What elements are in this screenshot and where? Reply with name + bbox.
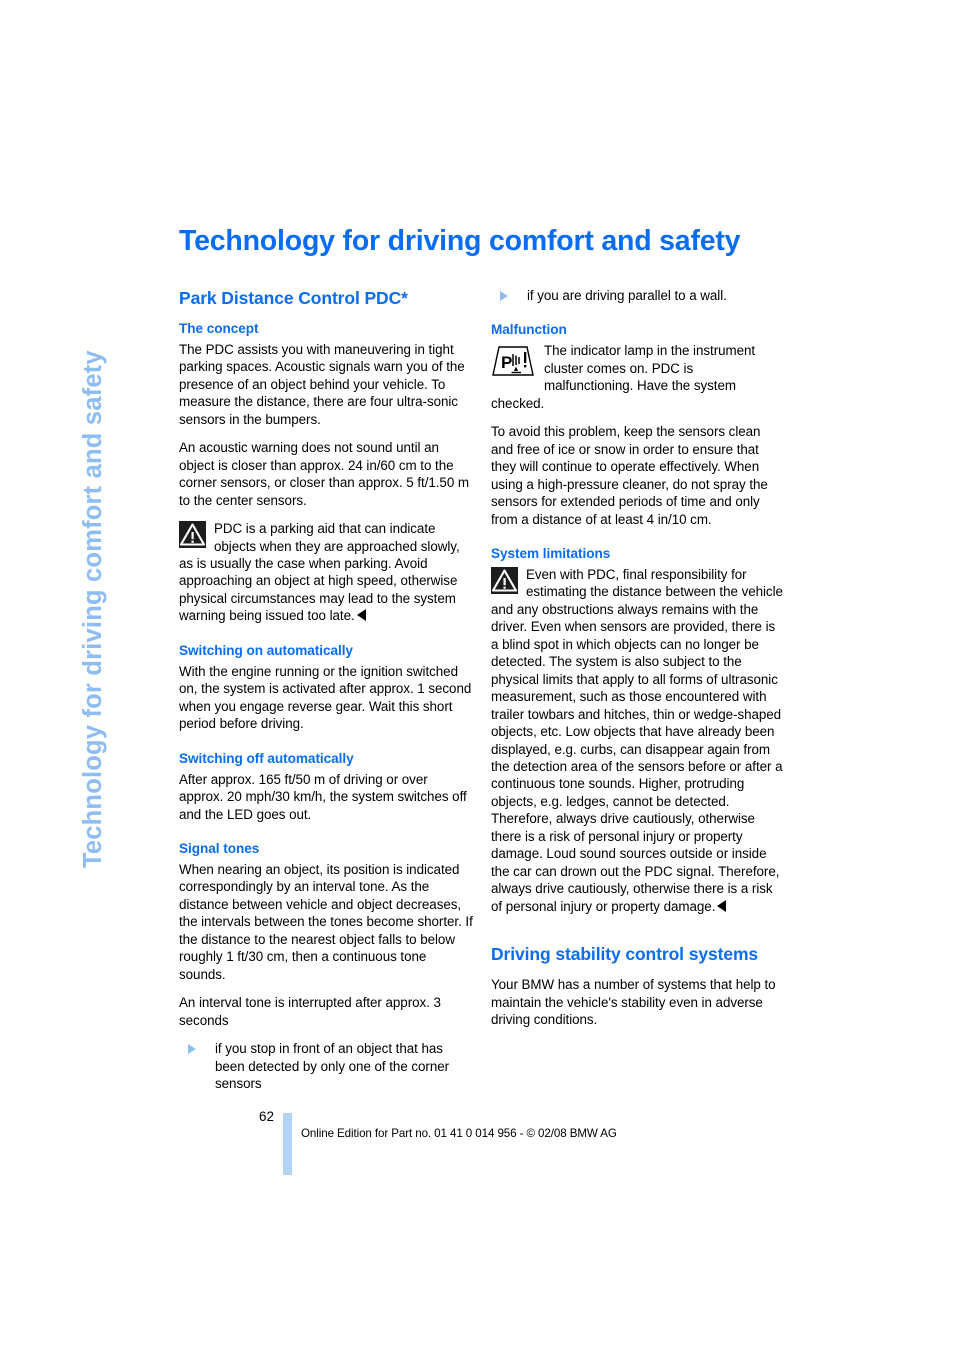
paragraph-switching-on: With the engine running or the ignition … — [179, 663, 472, 732]
paragraph-signal-tones-2: An interval tone is interrupted after ap… — [179, 995, 441, 1028]
subheading-malfunction: Malfunction — [491, 322, 567, 338]
subheading-switching-off-automatically: Switching off automatically — [179, 750, 354, 766]
warning-text-pdc-aid: PDC is a parking aid that can indicate o… — [179, 520, 473, 625]
warning-block-system-limitations: Even with PDC, final responsibility for … — [491, 566, 785, 915]
list-item-label: if you stop in front of an object that h… — [215, 1041, 450, 1091]
section-heading-driving-stability: Driving stability control systems — [491, 944, 759, 965]
right-column: if you are driving parallel to a wall. M… — [491, 287, 785, 1028]
malfunction-icon-block: P The indicator lamp in the instrument c… — [491, 342, 785, 412]
page-title: Technology for driving comfort and safet… — [179, 225, 741, 257]
subheading-system-limitations: System limitations — [491, 545, 611, 561]
section-heading-pdc: Park Distance Control PDC* — [179, 288, 408, 308]
paragraph-concept-1: The PDC assists you with maneuvering in … — [179, 342, 465, 427]
list-item: if you are driving parallel to a wall. — [491, 287, 785, 304]
subheading-the-concept: The concept — [179, 321, 259, 336]
vertical-chapter-tab: Technology for driving comfort and safet… — [79, 228, 160, 868]
warning-block-pdc-aid: PDC is a parking aid that can indicate o… — [179, 520, 473, 625]
subheading-switching-on-automatically: Switching on automatically — [179, 642, 353, 658]
left-column: Park Distance Control PDC* The concept T… — [179, 287, 473, 1103]
warning-end-marker-icon — [717, 899, 727, 912]
list-item: if you stop in front of an object that h… — [179, 1040, 473, 1092]
list-item-label: if you are driving parallel to a wall. — [527, 288, 727, 303]
paragraph-malfunction-avoid: To avoid this problem, keep the sensors … — [491, 424, 768, 527]
warning-triangle-icon — [179, 521, 206, 549]
subheading-signal-tones: Signal tones — [179, 840, 260, 856]
malfunction-icon-text: The indicator lamp in the instrument clu… — [491, 343, 756, 411]
triangle-bullet-icon — [500, 291, 508, 301]
paragraph-signal-tones-1: When nearing an object, its position is … — [179, 861, 473, 982]
vertical-chapter-tab-label: Technology for driving comfort and safet… — [79, 350, 107, 868]
paragraph-switching-off: After approx. 165 ft/50 m of driving or … — [179, 771, 467, 822]
footer-accent-bar — [283, 1113, 292, 1175]
footer-edition-note: Online Edition for Part no. 01 41 0 014 … — [301, 1127, 617, 1140]
warning-text-system-limitations: Even with PDC, final responsibility for … — [491, 566, 785, 915]
pdc-indicator-lamp-icon: P — [491, 344, 535, 378]
warning-triangle-icon — [491, 566, 518, 594]
page-number: 62 — [259, 1109, 274, 1124]
warning-end-marker-icon — [356, 609, 366, 622]
warning-text-system-limitations-body: Even with PDC, final responsibility for … — [491, 566, 783, 914]
triangle-bullet-icon — [188, 1044, 196, 1055]
warning-text-pdc-aid-body: PDC is a parking aid that can indicate o… — [179, 521, 460, 624]
paragraph-concept-2: An acoustic warning does not sound until… — [179, 440, 470, 508]
manual-page: Technology for driving comfort and safet… — [0, 0, 954, 1350]
paragraph-driving-stability: Your BMW has a number of systems that he… — [491, 977, 776, 1027]
svg-text:P: P — [501, 353, 512, 372]
